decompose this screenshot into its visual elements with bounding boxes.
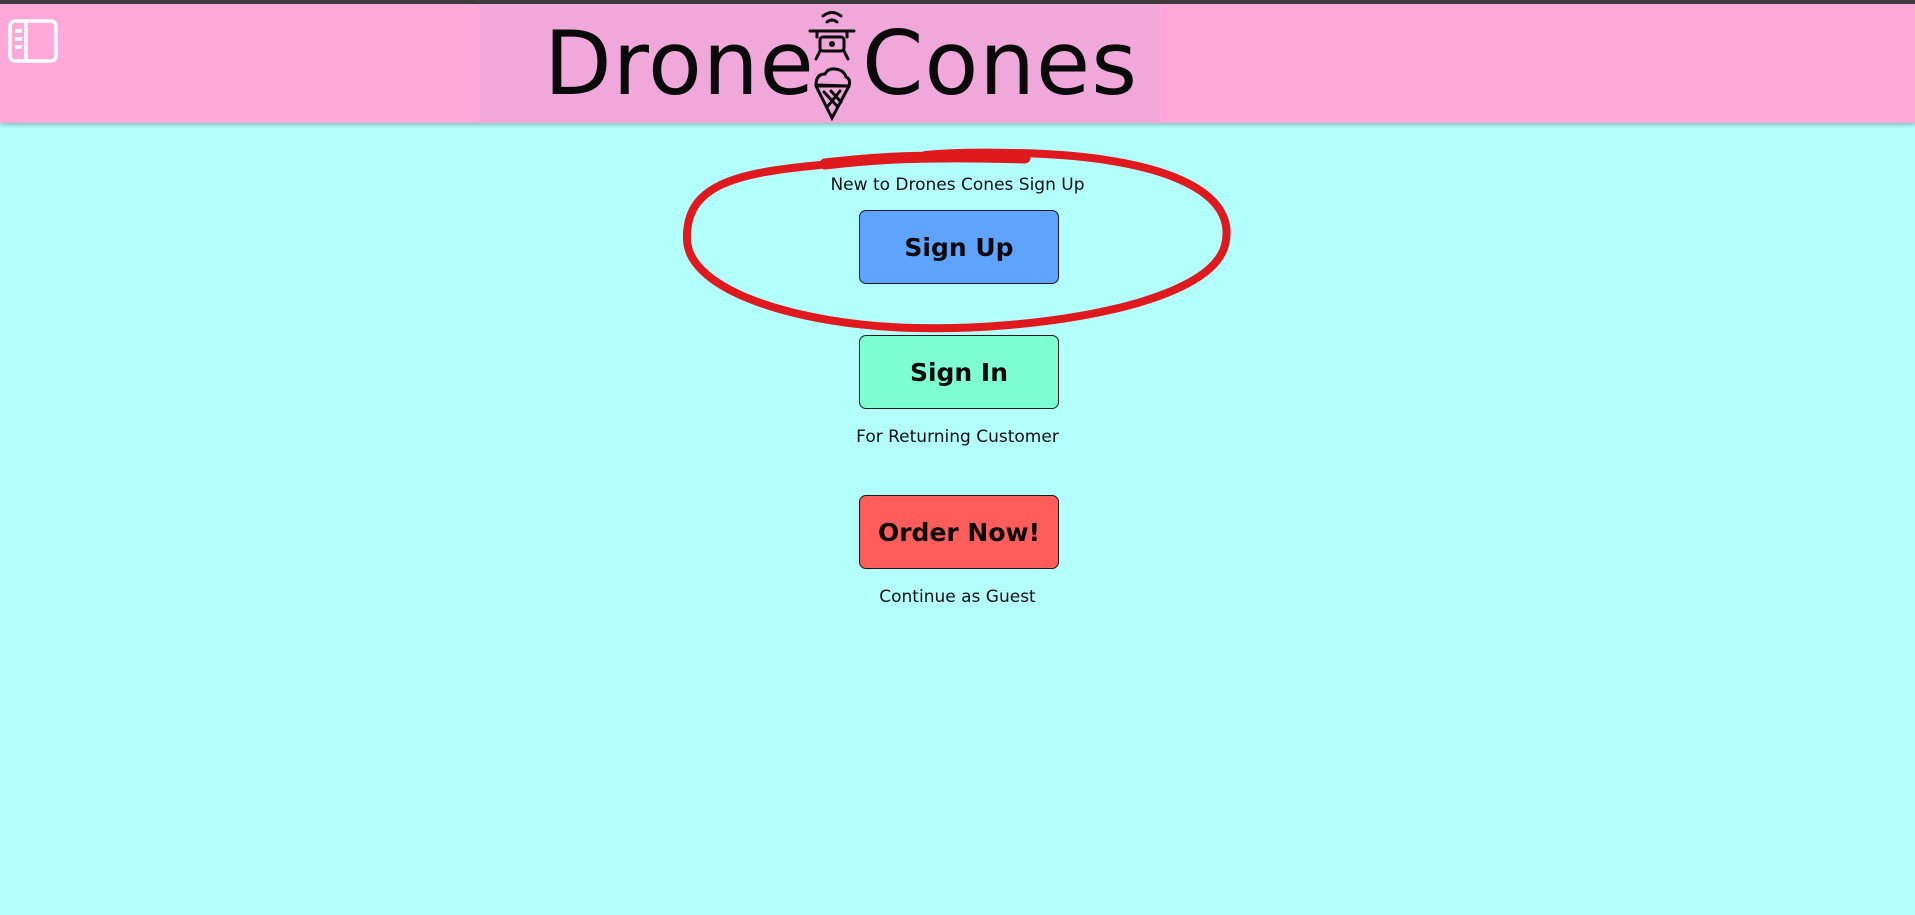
- sign-up-button[interactable]: Sign Up: [859, 210, 1059, 284]
- drone-ice-cream-icon: [804, 6, 860, 122]
- logo-word-drone: Drone: [544, 12, 815, 115]
- order-caption: Continue as Guest: [879, 587, 1036, 607]
- order-now-button[interactable]: Order Now!: [859, 495, 1059, 569]
- logo: Drone Cones: [479, 4, 1160, 123]
- signup-caption: New to Drones Cones Sign Up: [830, 175, 1085, 195]
- sign-in-button[interactable]: Sign In: [859, 335, 1059, 409]
- app-header: Drone Cones: [0, 4, 1915, 123]
- logo-word-cones: Cones: [862, 12, 1139, 115]
- sidebar-panel-icon[interactable]: [8, 19, 58, 63]
- signin-caption: For Returning Customer: [856, 427, 1059, 447]
